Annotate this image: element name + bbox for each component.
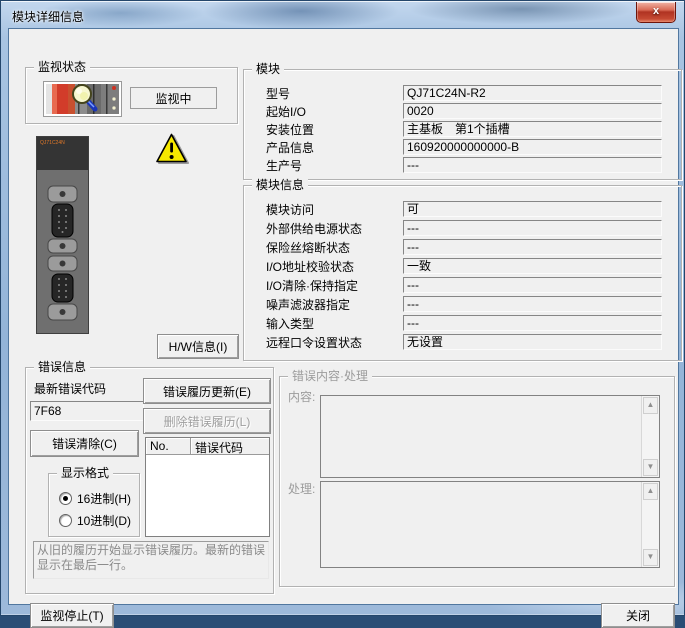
error-detail-group-label: 错误内容·处理: [288, 369, 372, 383]
field-value: 可: [403, 201, 662, 217]
error-history-hint: 从旧的履历开始显示错误履历。最新的错误显示在最后一行。: [33, 541, 269, 579]
display-format-group-label: 显示格式: [57, 466, 113, 480]
field-label: 型号: [266, 85, 403, 102]
radio-hex[interactable]: 16进制(H): [59, 490, 131, 507]
field-label: 产品信息: [266, 139, 403, 156]
field-value: QJ71C24N-R2: [403, 85, 662, 101]
field-row: 模块访问 可: [266, 201, 662, 217]
field-value: ---: [403, 220, 662, 236]
delete-error-history-label: 删除错误履历(L): [164, 413, 251, 430]
module-image: QJ71C24N: [36, 136, 89, 334]
error-history-update-button[interactable]: 错误履历更新(E): [143, 378, 271, 404]
field-label: 安装位置: [266, 121, 403, 138]
field-row: 噪声滤波器指定 ---: [266, 296, 662, 312]
module-info-rows: 模块访问 可 外部供给电源状态 --- 保险丝熔断状态 --- I/O地址校验状…: [266, 201, 662, 353]
radio-dec[interactable]: 10进制(D): [59, 512, 131, 529]
scroll-up-icon[interactable]: ▲: [643, 483, 658, 500]
error-info-group: 错误信息 最新错误代码 7F68 错误清除(C) 错误履历更新(E) 删除错误履…: [25, 367, 274, 594]
field-value: 主基板 第1个插槽: [403, 121, 662, 137]
error-action-textarea[interactable]: ▲ ▼: [320, 481, 660, 568]
monitor-status-group: 监视状态: [25, 67, 238, 124]
plc-monitor-image: [43, 81, 122, 117]
monitor-status-text: 监视中: [155, 90, 191, 107]
field-label: 起始I/O: [266, 103, 403, 120]
window-frame: 模块详细信息 x 监视状态: [0, 0, 685, 616]
field-row: 安装位置 主基板 第1个插槽: [266, 121, 662, 137]
field-label: 远程口令设置状态: [266, 334, 403, 351]
error-info-group-label: 错误信息: [34, 360, 90, 374]
module-rows: 型号 QJ71C24N-R2 起始I/O 0020 安装位置 主基板 第1个插槽…: [266, 85, 662, 175]
latest-error-code-field: 7F68: [30, 401, 144, 421]
field-row: I/O清除·保持指定 ---: [266, 277, 662, 293]
column-header-error-code: 错误代码: [191, 438, 269, 455]
field-label: 外部供给电源状态: [266, 220, 403, 237]
delete-error-history-button[interactable]: 删除错误履历(L): [143, 408, 271, 434]
error-clear-button[interactable]: 错误清除(C): [30, 430, 139, 457]
field-value: 160920000000000-B: [403, 139, 662, 155]
close-icon: x: [653, 5, 659, 17]
monitor-status-value-box: 监视中: [130, 87, 217, 109]
radio-dec-label: 10进制(D): [77, 512, 131, 529]
field-row: 生产号 ---: [266, 157, 662, 173]
action-label: 处理:: [288, 480, 315, 497]
field-value: ---: [403, 296, 662, 312]
field-label: I/O地址校验状态: [266, 258, 403, 275]
radio-dec-icon: [59, 514, 72, 527]
error-history-table[interactable]: No. 错误代码: [145, 437, 270, 537]
field-value: ---: [403, 157, 662, 173]
field-label: 输入类型: [266, 315, 403, 332]
field-value: 一致: [403, 258, 662, 274]
warning-icon: [155, 133, 189, 165]
content-scrollbar[interactable]: ▲ ▼: [641, 396, 659, 477]
dialog-client-area: 监视状态: [9, 29, 678, 604]
module-image-label: QJ71C24N: [40, 140, 65, 146]
field-label: 模块访问: [266, 201, 403, 218]
field-label: 保险丝熔断状态: [266, 239, 403, 256]
column-header-no: No.: [146, 438, 191, 455]
close-button[interactable]: x: [636, 2, 676, 23]
window-title: 模块详细信息: [12, 8, 84, 25]
field-row: 型号 QJ71C24N-R2: [266, 85, 662, 101]
module-group-label: 模块: [252, 62, 284, 76]
field-value: ---: [403, 277, 662, 293]
hw-info-button-label: H/W信息(I): [169, 338, 228, 355]
error-content-textarea[interactable]: ▲ ▼: [320, 395, 660, 478]
module-group: 模块 型号 QJ71C24N-R2 起始I/O 0020 安装位置 主基板 第1…: [243, 69, 682, 180]
latest-error-label: 最新错误代码: [34, 380, 106, 397]
error-history-table-header: No. 错误代码: [146, 438, 269, 455]
error-history-update-label: 错误履历更新(E): [163, 383, 251, 400]
field-label: I/O清除·保持指定: [266, 277, 403, 294]
hw-info-button[interactable]: H/W信息(I): [157, 334, 239, 359]
field-value: ---: [403, 315, 662, 331]
field-row: 起始I/O 0020: [266, 103, 662, 119]
field-row: 保险丝熔断状态 ---: [266, 239, 662, 255]
module-info-group: 模块信息 模块访问 可 外部供给电源状态 --- 保险丝熔断状态 --- I/O…: [243, 185, 682, 361]
titlebar[interactable]: 模块详细信息 x: [2, 2, 683, 28]
field-value: 0020: [403, 103, 662, 119]
display-format-group: 显示格式 16进制(H) 10进制(D): [48, 473, 140, 537]
field-row: 产品信息 160920000000000-B: [266, 139, 662, 155]
scroll-up-icon[interactable]: ▲: [643, 397, 658, 414]
module-info-group-label: 模块信息: [252, 178, 308, 192]
field-value: ---: [403, 239, 662, 255]
field-row: I/O地址校验状态 一致: [266, 258, 662, 274]
radio-hex-label: 16进制(H): [77, 490, 131, 507]
error-clear-button-label: 错误清除(C): [52, 435, 117, 452]
content-label: 内容:: [288, 388, 315, 405]
field-label: 噪声滤波器指定: [266, 296, 403, 313]
field-row: 外部供给电源状态 ---: [266, 220, 662, 236]
field-row: 输入类型 ---: [266, 315, 662, 331]
field-row: 远程口令设置状态 无设置: [266, 334, 662, 350]
monitor-status-group-label: 监视状态: [34, 60, 90, 74]
field-value: 无设置: [403, 334, 662, 350]
error-detail-group: 错误内容·处理 内容: ▲ ▼ 处理: ▲ ▼: [279, 376, 675, 587]
action-scrollbar[interactable]: ▲ ▼: [641, 482, 659, 567]
radio-hex-icon: [59, 492, 72, 505]
scroll-down-icon[interactable]: ▼: [643, 459, 658, 476]
field-label: 生产号: [266, 157, 403, 174]
scroll-down-icon[interactable]: ▼: [643, 549, 658, 566]
